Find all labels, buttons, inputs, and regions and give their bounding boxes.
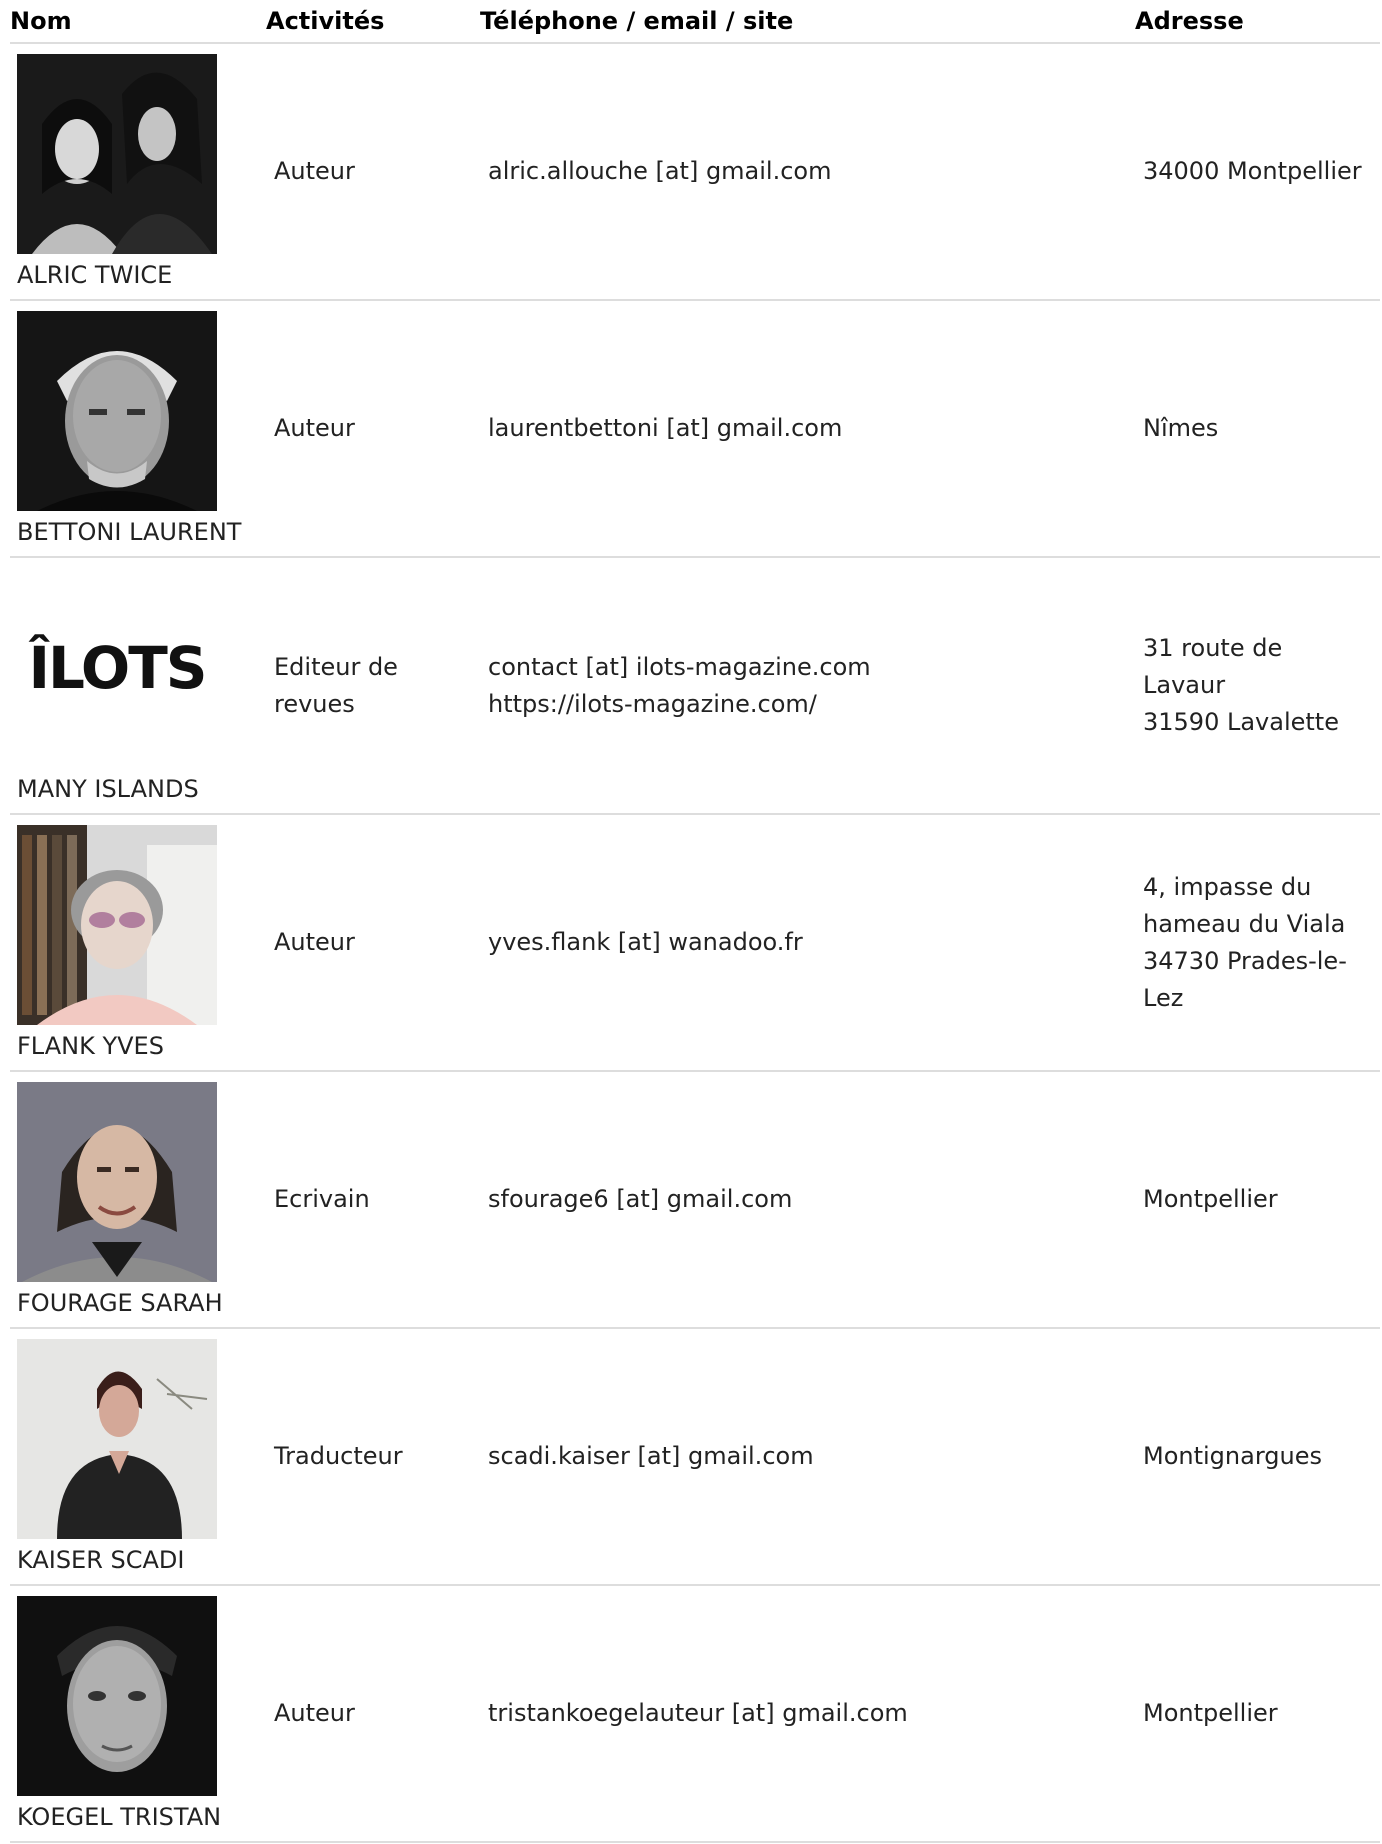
email-text: tristankoegelauteur [at] gmail.com (488, 1699, 908, 1727)
directory-table: Nom Activités Téléphone / email / site A… (10, 0, 1380, 1843)
activity-cell: Auteur (266, 300, 480, 558)
contact-cell: contact [at] ilots-magazine.com https://… (480, 557, 1135, 815)
header-adresse[interactable]: Adresse (1135, 0, 1380, 44)
table-row: BETTONI LAURENT Auteur laurentbettoni [a… (10, 300, 1380, 558)
woman-portrait-photo[interactable] (17, 1082, 217, 1282)
address-text: Montpellier (1143, 1699, 1278, 1727)
man-closeup-photo[interactable] (17, 1596, 217, 1796)
header-activites[interactable]: Activités (266, 0, 480, 44)
address-text: hameau du Viala (1143, 909, 1346, 938)
email-text: scadi.kaiser [at] gmail.com (488, 1442, 814, 1470)
table-row: KAISER SCADI Traducteur scadi.kaiser [at… (10, 1328, 1380, 1586)
activity-cell: Traducteur (266, 1328, 480, 1586)
name-cell: KOEGEL TRISTAN (10, 1585, 266, 1843)
activity-text: Ecrivain (274, 1185, 370, 1213)
address-text: 34730 Prades-le- (1143, 946, 1347, 975)
address-text: Lez (1143, 983, 1184, 1012)
header-row: Nom Activités Téléphone / email / site A… (10, 0, 1380, 44)
activity-text: revues (274, 689, 355, 718)
ilots-logo[interactable]: ÎLOTS (17, 568, 217, 768)
person-name[interactable]: MANY ISLANDS (17, 774, 266, 804)
man-portrait-photo[interactable] (17, 311, 217, 511)
contact-cell: alric.allouche [at] gmail.com (480, 43, 1135, 301)
name-cell: FLANK YVES (10, 814, 266, 1072)
table-row: FLANK YVES Auteur yves.flank [at] wanado… (10, 814, 1380, 1072)
address-cell: Nîmes (1135, 300, 1380, 558)
address-text: Montpellier (1143, 1185, 1278, 1213)
table-row: ALRIC TWICE Auteur alric.allouche [at] g… (10, 43, 1380, 301)
activity-text: Traducteur (274, 1442, 403, 1470)
address-cell: 34000 Montpellier (1135, 43, 1380, 301)
contact-cell: tristankoegelauteur [at] gmail.com (480, 1585, 1135, 1843)
person-name[interactable]: BETTONI LAURENT (17, 517, 266, 547)
activity-cell: Auteur (266, 1585, 480, 1843)
person-name[interactable]: KAISER SCADI (17, 1545, 266, 1575)
address-text: 31 route de (1143, 634, 1283, 662)
activity-cell: Auteur (266, 43, 480, 301)
email-text: sfourage6 [at] gmail.com (488, 1185, 793, 1213)
person-name[interactable]: ALRIC TWICE (17, 260, 266, 290)
person-name[interactable]: KOEGEL TRISTAN (17, 1802, 266, 1832)
name-cell: ALRIC TWICE (10, 43, 266, 301)
name-cell: ÎLOTS MANY ISLANDS (10, 557, 266, 815)
table-row: FOURAGE SARAH Ecrivain sfourage6 [at] gm… (10, 1071, 1380, 1329)
email-text: laurentbettoni [at] gmail.com (488, 414, 843, 442)
activity-cell: Auteur (266, 814, 480, 1072)
address-text: 34000 Montpellier (1143, 157, 1362, 185)
webcam-portrait-photo[interactable] (17, 825, 217, 1025)
contact-cell: sfourage6 [at] gmail.com (480, 1071, 1135, 1329)
activity-text: Auteur (274, 928, 355, 956)
activity-cell: Ecrivain (266, 1071, 480, 1329)
address-cell: 31 route de Lavaur 31590 Lavalette (1135, 557, 1380, 815)
email-text: alric.allouche [at] gmail.com (488, 157, 832, 185)
contact-cell: scadi.kaiser [at] gmail.com (480, 1328, 1135, 1586)
duo-portrait-photo[interactable] (17, 54, 217, 254)
name-cell: FOURAGE SARAH (10, 1071, 266, 1329)
name-cell: BETTONI LAURENT (10, 300, 266, 558)
activity-cell: Editeur de revues (266, 557, 480, 815)
address-text: Montignargues (1143, 1442, 1322, 1470)
activity-text: Editeur de (274, 652, 398, 681)
address-cell: Montignargues (1135, 1328, 1380, 1586)
website-text[interactable]: https://ilots-magazine.com/ (488, 686, 1135, 723)
header-contact[interactable]: Téléphone / email / site (480, 0, 1135, 44)
contact-cell: yves.flank [at] wanadoo.fr (480, 814, 1135, 1072)
woman-standing-photo[interactable] (17, 1339, 217, 1539)
email-text: yves.flank [at] wanadoo.fr (488, 928, 803, 956)
table-row: KOEGEL TRISTAN Auteur tristankoegelauteu… (10, 1585, 1380, 1843)
activity-text: Auteur (274, 1699, 355, 1727)
person-name[interactable]: FOURAGE SARAH (17, 1288, 266, 1318)
address-text: Lavaur (1143, 671, 1226, 699)
activity-text: Auteur (274, 414, 355, 442)
email-text: contact [at] ilots-magazine.com (488, 652, 871, 681)
address-cell: Montpellier (1135, 1585, 1380, 1843)
table-row: ÎLOTS MANY ISLANDS Editeur de revues con… (10, 557, 1380, 815)
person-name[interactable]: FLANK YVES (17, 1031, 266, 1061)
name-cell: KAISER SCADI (10, 1328, 266, 1586)
address-text: Nîmes (1143, 414, 1219, 442)
header-nom[interactable]: Nom (10, 0, 266, 44)
activity-text: Auteur (274, 157, 355, 185)
address-cell: 4, impasse du hameau du Viala 34730 Prad… (1135, 814, 1380, 1072)
address-cell: Montpellier (1135, 1071, 1380, 1329)
address-text: 31590 Lavalette (1143, 708, 1339, 736)
contact-cell: laurentbettoni [at] gmail.com (480, 300, 1135, 558)
address-text: 4, impasse du (1143, 872, 1312, 901)
ilots-logo-text: ÎLOTS (28, 633, 207, 702)
